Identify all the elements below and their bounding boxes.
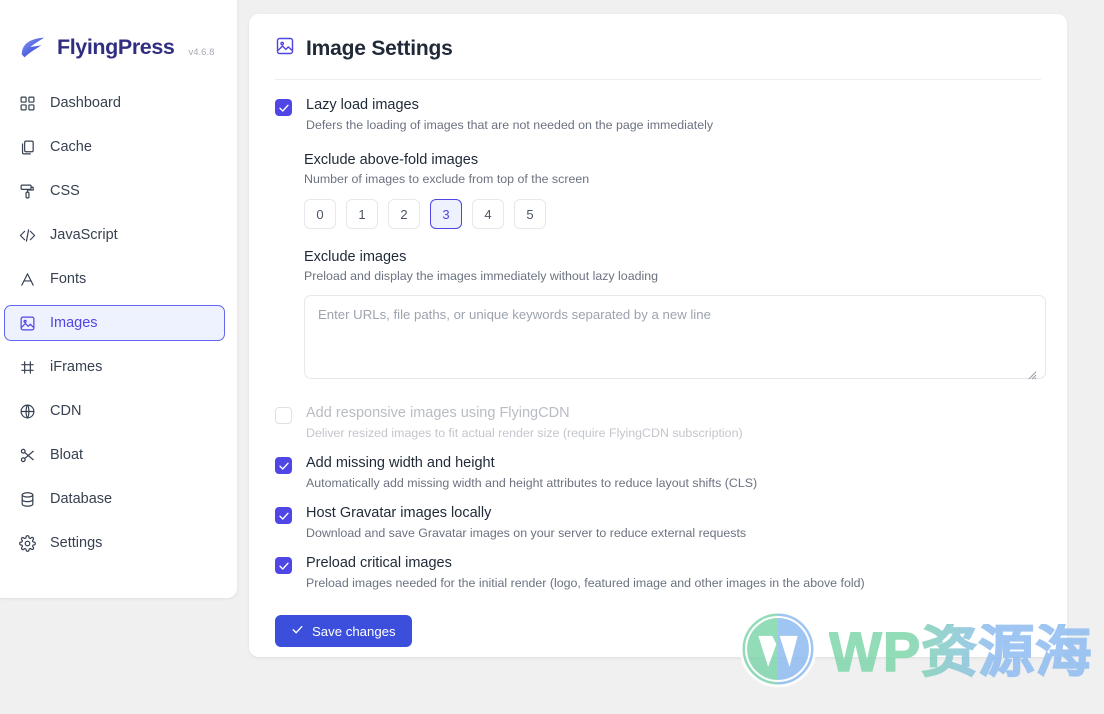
above-fold-option-5[interactable]: 5: [514, 199, 546, 229]
scissors-icon: [18, 446, 36, 464]
letter-a-icon: [18, 270, 36, 288]
panel-body: Lazy load images Defers the loading of i…: [249, 80, 1067, 591]
option-title: Host Gravatar images locally: [306, 505, 492, 521]
exclude-images-textarea[interactable]: [304, 295, 1046, 379]
paint-roller-icon: [18, 182, 36, 200]
option-text: Add missing width and height Automatical…: [306, 455, 757, 491]
option-title: Add missing width and height: [306, 455, 495, 471]
exclude-images-field-wrap: [304, 295, 1046, 384]
image-settings-panel: Image Settings Lazy load images Defers t…: [249, 14, 1067, 657]
preload-critical-images-checkbox[interactable]: [275, 557, 292, 574]
option-description: Download and save Gravatar images on you…: [306, 526, 747, 540]
exclude-above-fold-title: Exclude above-fold images: [304, 152, 479, 168]
brand-name: FlyingPress: [57, 34, 175, 59]
sidebar-item-javascript[interactable]: JavaScript: [4, 217, 225, 253]
sidebar-item-label: Images: [50, 315, 98, 331]
option-host-gravatar-locally[interactable]: Host Gravatar images locally Download an…: [275, 505, 1041, 541]
sidebar-item-database[interactable]: Database: [4, 481, 225, 517]
brand-version: v4.6.8: [188, 47, 215, 58]
sidebar-item-label: Settings: [50, 535, 103, 551]
exclude-above-fold-section: Exclude above-fold images Number of imag…: [304, 152, 1046, 384]
sidebar-item-label: Dashboard: [50, 95, 121, 111]
sidebar-item-settings[interactable]: Settings: [4, 525, 225, 561]
sidebar-item-label: JavaScript: [50, 227, 118, 243]
copy-icon: [18, 138, 36, 156]
option-title: Add responsive images using FlyingCDN: [306, 405, 570, 421]
lazy-load-images-checkbox[interactable]: [275, 99, 292, 116]
gear-icon: [18, 534, 36, 552]
globe-icon: [18, 402, 36, 420]
sidebar-item-cdn[interactable]: CDN: [4, 393, 225, 429]
sidebar-item-css[interactable]: CSS: [4, 173, 225, 209]
sidebar-item-cache[interactable]: Cache: [4, 129, 225, 165]
responsive-images-checkbox: [275, 407, 292, 424]
sidebar-item-label: Database: [50, 491, 113, 507]
above-fold-option-3[interactable]: 3: [430, 199, 462, 229]
image-icon: [275, 36, 295, 61]
above-fold-option-1[interactable]: 1: [346, 199, 378, 229]
sidebar-item-label: Fonts: [50, 271, 87, 287]
option-text: Preload critical images Preload images n…: [306, 555, 865, 591]
sidebar-item-fonts[interactable]: Fonts: [4, 261, 225, 297]
code-icon: [18, 226, 36, 244]
additional-options: Add responsive images using FlyingCDN De…: [275, 405, 1041, 591]
exclude-images-description: Preload and display the images immediate…: [304, 269, 659, 283]
sidebar-item-dashboard[interactable]: Dashboard: [4, 85, 225, 121]
above-fold-option-0[interactable]: 0: [304, 199, 336, 229]
frame-icon: [18, 358, 36, 376]
save-changes-label: Save changes: [312, 623, 396, 639]
page-title: Image Settings: [306, 36, 453, 60]
sidebar: FlyingPress v4.6.8 Dashboard Cache CSS J…: [0, 0, 237, 598]
sidebar-item-iframes[interactable]: iFrames: [4, 349, 225, 385]
save-changes-button[interactable]: Save changes: [275, 615, 412, 647]
option-title: Lazy load images: [306, 97, 419, 113]
app-root: FlyingPress v4.6.8 Dashboard Cache CSS J…: [0, 0, 1104, 714]
option-title: Preload critical images: [306, 555, 452, 571]
sidebar-item-label: Cache: [50, 139, 92, 155]
sidebar-item-label: CDN: [50, 403, 82, 419]
add-missing-width-height-checkbox[interactable]: [275, 457, 292, 474]
host-gravatar-checkbox[interactable]: [275, 507, 292, 524]
brand: FlyingPress v4.6.8: [0, 0, 237, 62]
sidebar-nav: Dashboard Cache CSS JavaScript Fonts Ima…: [0, 85, 237, 561]
option-description: Defers the loading of images that are no…: [306, 118, 714, 132]
above-fold-option-4[interactable]: 4: [472, 199, 504, 229]
option-lazy-load-images[interactable]: Lazy load images Defers the loading of i…: [275, 97, 1041, 133]
sidebar-item-label: Bloat: [50, 447, 84, 463]
option-description: Preload images needed for the initial re…: [306, 576, 865, 590]
sidebar-item-images[interactable]: Images: [4, 305, 225, 341]
grid-icon: [18, 94, 36, 112]
option-preload-critical-images[interactable]: Preload critical images Preload images n…: [275, 555, 1041, 591]
database-icon: [18, 490, 36, 508]
above-fold-count-selector: 0 1 2 3 4 5: [304, 199, 1041, 229]
exclude-images-section: Exclude images Preload and display the i…: [304, 249, 1046, 384]
exclude-images-title: Exclude images: [304, 249, 407, 265]
sidebar-item-bloat[interactable]: Bloat: [4, 437, 225, 473]
above-fold-option-2[interactable]: 2: [388, 199, 420, 229]
flyingpress-logo-icon: [18, 32, 48, 62]
check-icon: [291, 623, 304, 639]
sidebar-item-label: CSS: [50, 183, 80, 199]
option-add-missing-width-height[interactable]: Add missing width and height Automatical…: [275, 455, 1041, 491]
option-text: Add responsive images using FlyingCDN De…: [306, 405, 743, 441]
option-description: Deliver resized images to fit actual ren…: [306, 426, 743, 440]
sidebar-item-label: iFrames: [50, 359, 103, 375]
option-responsive-images-flyingcdn: Add responsive images using FlyingCDN De…: [275, 405, 1041, 441]
option-text: Host Gravatar images locally Download an…: [306, 505, 746, 541]
option-text: Lazy load images Defers the loading of i…: [306, 97, 713, 133]
panel-header: Image Settings: [249, 14, 1067, 61]
image-icon: [18, 314, 36, 332]
option-description: Automatically add missing width and heig…: [306, 476, 758, 490]
exclude-above-fold-description: Number of images to exclude from top of …: [304, 172, 590, 186]
